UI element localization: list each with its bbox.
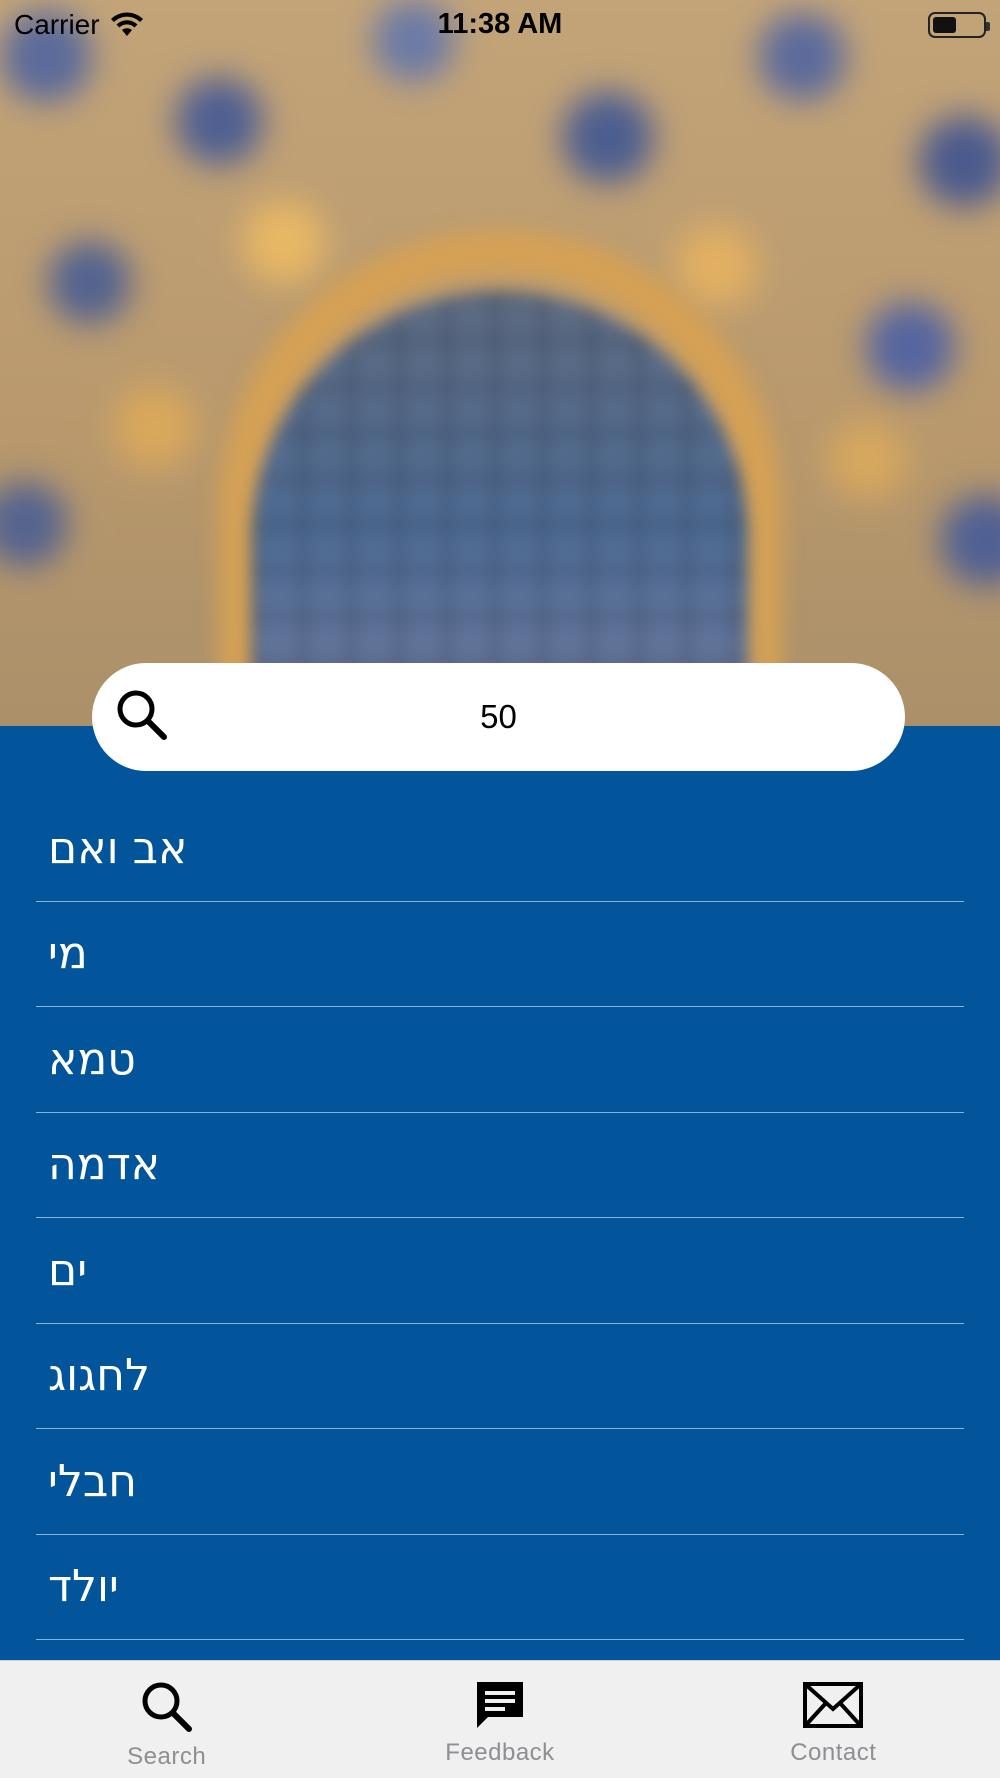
results-list: אב ואם מי טמא אדמה ים לחגוג חבלי יולד <box>36 796 964 1640</box>
list-item[interactable]: ים <box>36 1218 964 1324</box>
tab-contact[interactable]: Contact <box>667 1661 1000 1767</box>
tab-feedback[interactable]: Feedback <box>333 1661 666 1767</box>
tab-search[interactable]: Search <box>0 1661 333 1771</box>
list-item[interactable]: לחגוג <box>36 1324 964 1429</box>
list-item[interactable]: חבלי <box>36 1429 964 1535</box>
battery-icon <box>928 12 990 38</box>
tab-label: Feedback <box>445 1739 555 1766</box>
tab-label: Search <box>127 1743 207 1770</box>
list-item-label: חבלי <box>48 1455 138 1507</box>
list-item-label: טמא <box>48 1033 136 1085</box>
list-item-label: אב ואם <box>48 822 188 874</box>
tab-label: Contact <box>790 1739 877 1766</box>
tab-bar: Search Feedback Contact <box>0 1660 1000 1778</box>
list-item[interactable]: אדמה <box>36 1113 964 1218</box>
search-icon <box>117 690 167 740</box>
envelope-icon <box>803 1682 864 1728</box>
search-icon <box>142 1682 192 1732</box>
chat-bubble-icon <box>476 1682 523 1728</box>
list-item-label: מי <box>48 928 88 980</box>
list-item[interactable]: יולד <box>36 1535 964 1640</box>
wifi-icon <box>110 12 143 36</box>
battery-level <box>933 17 957 33</box>
list-item-label: אדמה <box>48 1139 161 1191</box>
list-item-label: יולד <box>48 1561 119 1613</box>
list-item[interactable]: אב ואם <box>36 796 964 902</box>
search-field[interactable]: 50 <box>92 663 905 771</box>
list-item[interactable]: טמא <box>36 1007 964 1113</box>
list-item-label: ים <box>48 1244 88 1296</box>
status-left: Carrier <box>14 9 144 41</box>
search-input[interactable]: 50 <box>92 698 905 736</box>
list-item-label: לחגוג <box>48 1350 151 1402</box>
list-item[interactable]: מי <box>36 902 964 1007</box>
status-bar: Carrier 11:38 AM <box>0 0 1000 50</box>
header-image <box>0 0 1000 726</box>
carrier-label: Carrier <box>14 9 100 40</box>
clock: 11:38 AM <box>437 8 563 40</box>
